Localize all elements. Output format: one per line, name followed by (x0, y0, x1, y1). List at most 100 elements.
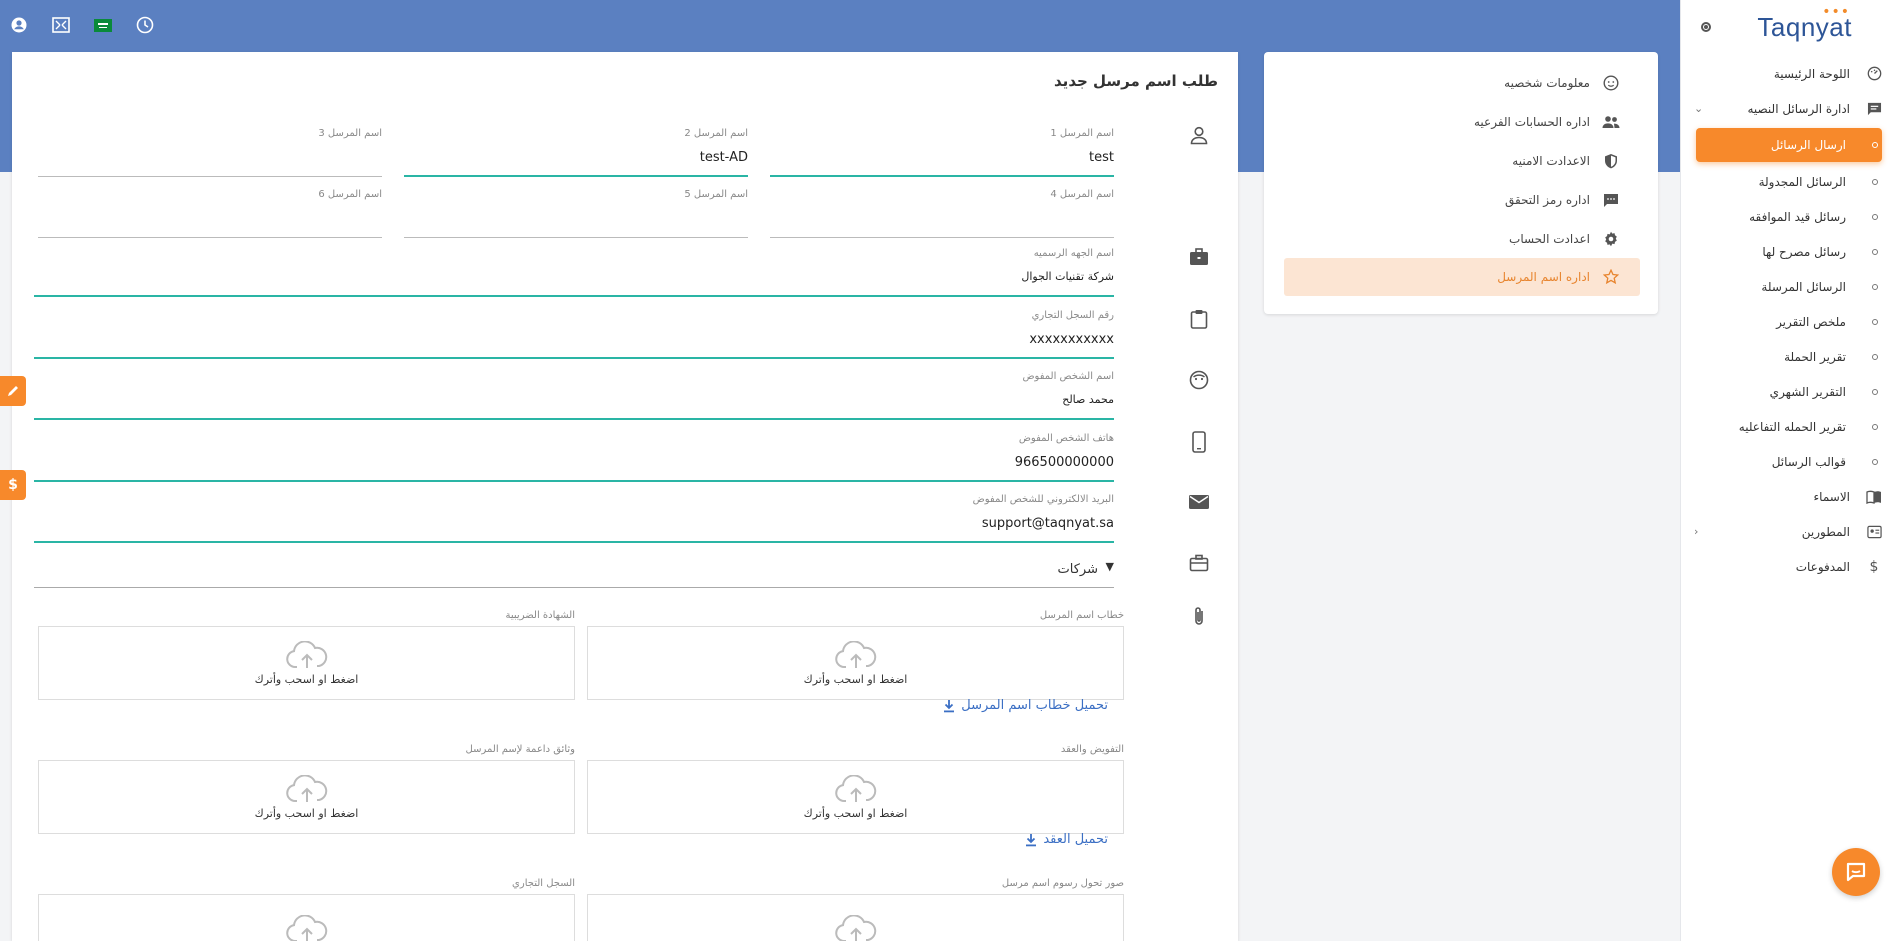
dropdown-arrow-icon: ▼ (1105, 560, 1114, 573)
settings-item-label: اداره رمز التحقق (1504, 193, 1590, 207)
upload-dropzone[interactable]: اضغط او اسحب وأترك (38, 760, 575, 834)
download-icon (1026, 833, 1037, 846)
field-label: اسم المرسل 2 (684, 128, 748, 139)
upload-label: السجل التجاري (512, 878, 575, 889)
saudi-flag-icon[interactable] (92, 14, 114, 36)
pen-icon (8, 386, 18, 396)
settings-item-personal-info[interactable]: معلومات شخصيه (1284, 64, 1640, 102)
bullet-icon (1872, 318, 1878, 325)
settings-item-security[interactable]: الاعدادت الامنيه (1284, 142, 1640, 180)
settings-item-label: اداره اسم المرسل (1497, 270, 1590, 284)
fullscreen-icon[interactable] (50, 14, 72, 36)
upload-dropzone[interactable]: اضغط او اسحب وأترك (587, 626, 1124, 700)
sidebar-item-label: المدفوعات (1795, 559, 1850, 574)
upload-dropzone[interactable] (587, 894, 1124, 941)
field-label: اسم المرسل 4 (1050, 189, 1114, 200)
developers-icon (1866, 524, 1882, 540)
field-label: اسم المرسل 6 (318, 189, 382, 200)
field-value: xxxxxxxxxxx (1029, 332, 1114, 347)
edit-tab-button[interactable] (0, 376, 26, 406)
settings-item-label: الاعدادت الامنيه (1512, 154, 1590, 168)
download-label: تحميل خطاب اسم المرسل (961, 698, 1108, 713)
field-value: test-AD (699, 150, 748, 165)
sidebar-subitem-send-messages[interactable]: ارسال الرسائل (1696, 128, 1882, 162)
mail-icon (1186, 489, 1212, 515)
chat-bubble-icon (1846, 862, 1866, 882)
bullet-icon (1872, 248, 1878, 255)
bullet-icon (1872, 213, 1878, 220)
bullet-icon (1872, 353, 1878, 360)
select-value: شركات (1057, 562, 1098, 577)
clock-icon[interactable] (134, 14, 156, 36)
upload-hint: اضغط او اسحب وأترك (803, 806, 908, 820)
chat-icon (1602, 191, 1620, 209)
field-label: اسم المرسل 5 (684, 189, 748, 200)
chevron-down-icon: ⌄ (1694, 102, 1704, 115)
sidebar-item-dashboard[interactable]: اللوحة الرئيسية (1680, 56, 1890, 91)
field-label: اسم المرسل 1 (1050, 128, 1114, 139)
attachment-icon (1186, 604, 1212, 630)
pricing-tab-button[interactable]: $ (0, 470, 26, 500)
sidebar-subitem-campaign-report[interactable]: تقرير الحملة (1680, 339, 1890, 374)
upload-label: خطاب اسم المرسل (1039, 610, 1124, 621)
upload-label: التفويض والعقد (1060, 744, 1124, 755)
sidebar-item-label: الاسماء (1813, 489, 1850, 504)
cloud-upload-icon (285, 640, 327, 668)
sender-name-form: طلب اسم مرسل جديد اسم المرسل 1 test اسم … (12, 52, 1238, 941)
sidebar-subitem-interactive-report[interactable]: تقرير الحمله التفاعليه (1680, 409, 1890, 444)
clipboard-icon (1186, 306, 1212, 332)
bullet-icon (1872, 178, 1878, 185)
upload-hint: اضغط او اسحب وأترك (254, 672, 359, 686)
field-label: البريد الالكتروني للشخص المفوض (972, 494, 1114, 505)
download-icon (944, 699, 955, 712)
cloud-upload-icon (834, 640, 876, 668)
upload-commercial-register: السجل التجاري (38, 878, 575, 941)
settings-item-subaccounts[interactable]: اداره الحسابات الفرعيه (1284, 103, 1640, 141)
sidebar-item-sms-management[interactable]: ادارة الرسائل النصيه ⌄ (1680, 91, 1890, 126)
download-contract-link[interactable]: تحميل العقد (1025, 832, 1108, 847)
sidebar-item-label: ادارة الرسائل النصيه (1747, 101, 1850, 116)
case-icon (1186, 550, 1212, 576)
sidebar-subitem-scheduled[interactable]: الرسائل المجدولة (1680, 164, 1890, 199)
field-label: اسم الجهه الرسميه (1033, 248, 1114, 259)
dollar-icon: $ (1869, 558, 1879, 575)
upload-supporting-documents: وثائق داعمة لإسم المرسل اضغط او اسحب وأت… (38, 744, 575, 836)
entity-type-select[interactable]: ▼ شركات (34, 552, 1114, 588)
sidebar-subitem-templates[interactable]: قوالب الرسائل (1680, 444, 1890, 479)
sidebar-subitem-label: ملخص التقرير (1776, 314, 1846, 329)
field-value: محمد صالح (1062, 393, 1114, 406)
top-bar (0, 0, 1680, 52)
account-icon[interactable] (8, 14, 30, 36)
sidebar-subitem-label: رسائل مصرح لها (1762, 244, 1846, 259)
sidebar-pin-icon[interactable] (1701, 22, 1711, 32)
upload-tax-certificate: الشهادة الضريبية اضغط او اسحب وأترك (38, 610, 575, 702)
sidebar-subitem-report-summary[interactable]: ملخص التقرير (1680, 304, 1890, 339)
upload-authorization-contract: التفويض والعقد اضغط او اسحب وأترك (587, 744, 1124, 836)
download-sender-letter-link[interactable]: تحميل خطاب اسم المرسل (943, 698, 1108, 713)
sidebar-subitem-approved[interactable]: رسائل مصرح لها (1680, 234, 1890, 269)
upload-dropzone[interactable]: اضغط او اسحب وأترك (587, 760, 1124, 834)
settings-item-label: معلومات شخصيه (1504, 76, 1590, 90)
phone-icon (1186, 429, 1212, 455)
upload-label: الشهادة الضريبية (505, 610, 575, 621)
settings-item-otp[interactable]: اداره رمز التحقق (1284, 181, 1640, 219)
upload-dropzone[interactable] (38, 894, 575, 941)
sidebar-item-payments[interactable]: $ المدفوعات (1680, 549, 1890, 584)
bullet-icon (1872, 142, 1878, 148)
settings-item-account[interactable]: اعدادت الحساب (1284, 220, 1640, 258)
field-label: اسم المرسل 3 (318, 128, 382, 139)
field-label: اسم الشخص المفوض (1022, 371, 1114, 382)
field-value: support@taqnyat.sa (981, 516, 1114, 531)
brand-logo[interactable]: Taqnyat (1757, 12, 1852, 43)
sidebar-subitem-sent[interactable]: الرسائل المرسلة (1680, 269, 1890, 304)
upload-dropzone[interactable]: اضغط او اسحب وأترك (38, 626, 575, 700)
sidebar-subitem-pending[interactable]: رسائل قيد الموافقه (1680, 199, 1890, 234)
sidebar-item-names[interactable]: الاسماء (1680, 479, 1890, 514)
settings-item-sender-name[interactable]: اداره اسم المرسل (1284, 258, 1640, 296)
chat-support-button[interactable] (1832, 848, 1880, 896)
sidebar-subitem-monthly-report[interactable]: التقرير الشهري (1680, 374, 1890, 409)
sidebar-item-developers[interactable]: المطورين ‹ (1680, 514, 1890, 549)
field-value: 966500000000 (1014, 455, 1114, 470)
cloud-upload-icon (285, 915, 327, 941)
person-icon (1186, 122, 1212, 148)
